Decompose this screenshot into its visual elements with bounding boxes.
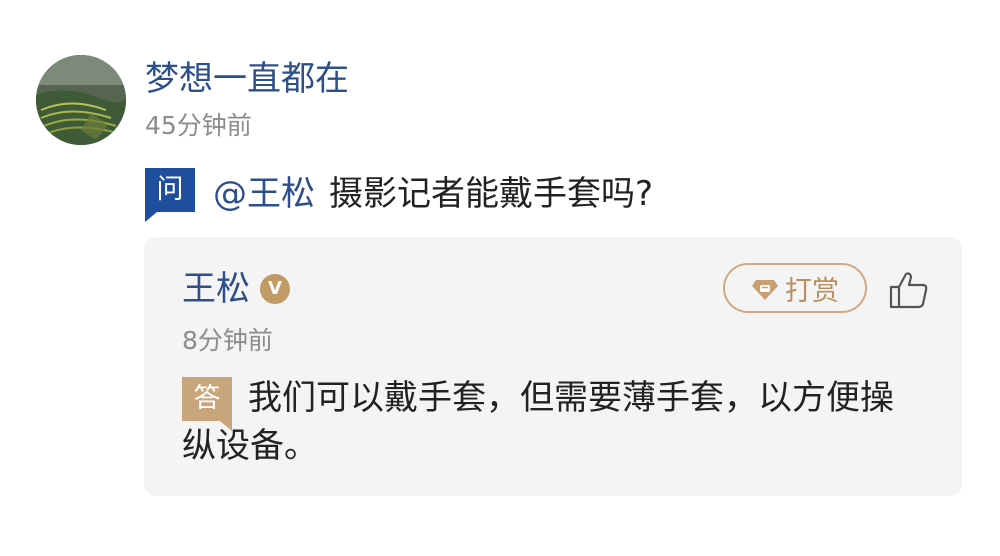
question-row: 问 @王松 摄影记者能戴手套吗? bbox=[145, 164, 654, 222]
answerer-header: 王松 V bbox=[182, 267, 290, 311]
mention-link[interactable]: @王松 bbox=[213, 166, 315, 215]
answer-timestamp: 8分钟前 bbox=[182, 326, 273, 355]
thumbs-up-icon[interactable] bbox=[888, 270, 930, 310]
question-text: 摄影记者能戴手套吗? bbox=[329, 173, 654, 214]
question-timestamp: 45分钟前 bbox=[145, 111, 252, 140]
answer-text: 我们可以戴手套，但需要薄手套，以方便操纵设备。 bbox=[182, 378, 894, 466]
qa-comment-page: 梦想一直都在 45分钟前 问 @王松 摄影记者能戴手套吗? 王松 V 打赏 8分… bbox=[0, 0, 1000, 556]
tip-button[interactable]: 打赏 bbox=[723, 263, 867, 313]
avatar[interactable] bbox=[36, 55, 126, 145]
verified-v-icon: V bbox=[260, 274, 290, 304]
answer-body: 答我们可以戴手套，但需要薄手套，以方便操纵设备。 bbox=[182, 374, 922, 470]
question-badge: 问 bbox=[145, 168, 195, 222]
gem-icon bbox=[751, 274, 779, 302]
answer-card: 王松 V 打赏 8分钟前 答我们可以戴手套，但需要薄手套，以方便操纵设备。 bbox=[144, 237, 962, 496]
answer-badge: 答 bbox=[182, 377, 232, 431]
question-user-name[interactable]: 梦想一直都在 bbox=[145, 57, 349, 101]
tip-label: 打赏 bbox=[785, 275, 839, 307]
answerer-name[interactable]: 王松 bbox=[182, 267, 250, 311]
avatar-terrace-image bbox=[36, 55, 126, 145]
